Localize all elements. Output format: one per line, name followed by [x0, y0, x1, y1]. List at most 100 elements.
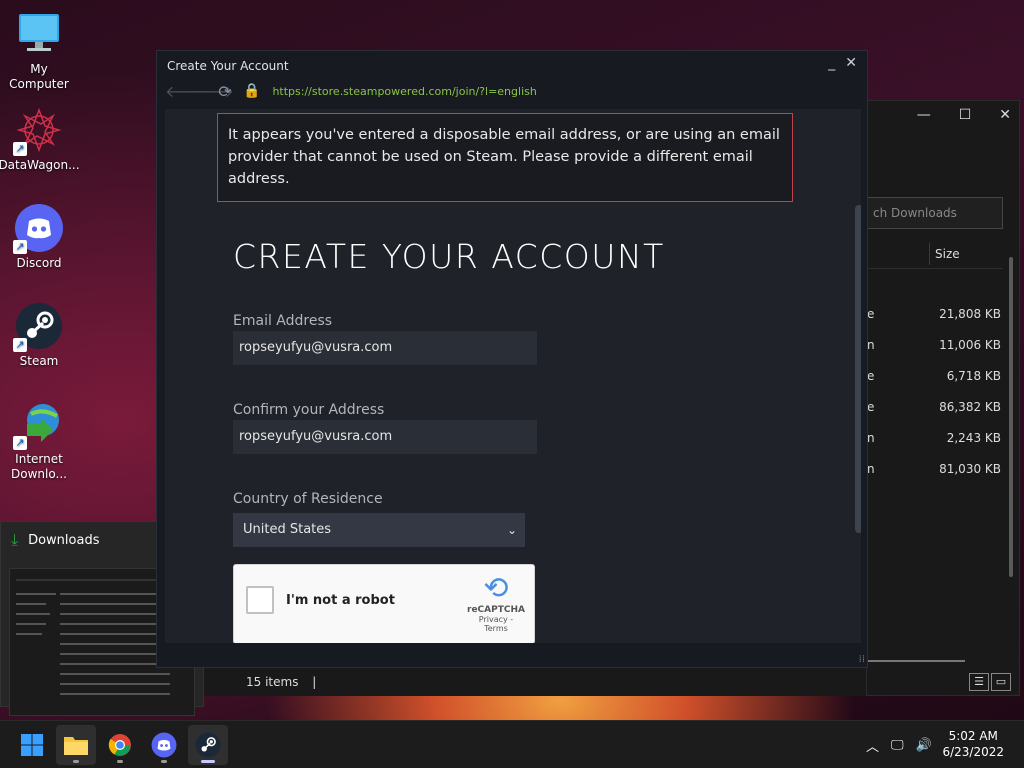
windows-logo-icon [21, 734, 43, 756]
download-icon: ⤓ [11, 530, 19, 549]
confirm-email-field[interactable]: ropseyufyu@vusra.com [233, 420, 537, 454]
desktop-icon-label: My Computer [9, 62, 69, 91]
row-size: 2,243 KB [946, 431, 1001, 445]
row-size: 11,006 KB [939, 338, 1001, 352]
desktop-icon-discord[interactable]: ↗ Discord [0, 204, 78, 271]
recaptcha-logo: ⟲ reCAPTCHA Privacy - Terms [466, 571, 526, 634]
browser-nav-bar: 🡐 🡒 ⟳ 🔒 https://store.steampowered.com/j… [165, 81, 537, 102]
datawagon-icon: ↗ [13, 106, 63, 156]
captcha-checkbox[interactable] [246, 586, 274, 614]
system-tray: ︿ 🖵 🔊 [866, 721, 932, 768]
recaptcha-brand: reCAPTCHA [467, 605, 525, 615]
url-text[interactable]: https://store.steampowered.com/join/?l=e… [272, 85, 536, 98]
minimize-icon[interactable]: _ [828, 55, 835, 71]
steam-icon: ↗ [13, 302, 63, 352]
column-divider[interactable] [929, 243, 930, 265]
row-size: 6,718 KB [946, 369, 1001, 383]
window-controls: — ☐ ✕ [917, 107, 1011, 123]
row-type: n [867, 462, 875, 476]
network-icon[interactable]: 🖵 [891, 738, 904, 753]
shortcut-arrow-icon: ↗ [13, 338, 27, 352]
taskbar-steam[interactable] [188, 725, 228, 765]
captcha-label: I'm not a robot [286, 593, 395, 608]
clock-date: 6/23/2022 [942, 745, 1004, 759]
email-field[interactable]: ropseyufyu@vusra.com [233, 331, 537, 365]
chevron-up-icon[interactable]: ︿ [866, 736, 879, 755]
minimize-icon[interactable]: — [917, 107, 931, 123]
desktop-icon-my-computer[interactable]: My Computer [0, 10, 78, 92]
shortcut-arrow-icon: ↗ [13, 240, 27, 254]
steam-create-account-window[interactable]: Create Your Account _ ✕ 🡐 🡒 ⟳ 🔒 https://… [156, 50, 868, 668]
table-row[interactable]: e 86,382 KB [867, 392, 1003, 423]
confirm-email-label: Confirm your Address [233, 402, 385, 418]
back-arrow-icon[interactable]: 🡐 [165, 81, 208, 101]
row-type: e [867, 369, 875, 383]
table-row[interactable]: n 11,006 KB [867, 330, 1003, 361]
monitor-icon [15, 10, 63, 58]
start-button[interactable] [12, 725, 52, 765]
window-controls: _ ✕ [828, 55, 857, 71]
resize-grip-icon[interactable]: ⁞⁞ [859, 654, 865, 665]
row-type: n [867, 338, 875, 352]
chevron-down-icon: ⌄ [506, 523, 517, 537]
row-size: 86,382 KB [939, 400, 1001, 414]
error-message: It appears you've entered a disposable e… [217, 113, 793, 202]
row-type: e [867, 400, 875, 414]
window-title: Create Your Account [167, 59, 289, 73]
table-row[interactable]: e 6,718 KB [867, 361, 1003, 392]
search-input[interactable]: ch Downloads [867, 197, 1003, 229]
reload-icon[interactable]: ⟳ [217, 82, 233, 101]
details-view-icon[interactable]: ☰ [969, 673, 989, 691]
recaptcha-icon: ⟲ [483, 571, 509, 606]
taskbar-chrome[interactable] [100, 725, 140, 765]
desktop-icon-steam[interactable]: ↗ Steam [0, 302, 78, 369]
volume-icon[interactable]: 🔊 [916, 738, 932, 753]
preview-title: ⤓ Downloads [11, 530, 99, 550]
desktop-icon-label: DataWagon... [0, 158, 80, 172]
shortcut-arrow-icon: ↗ [13, 142, 27, 156]
country-label: Country of Residence [233, 491, 383, 507]
desktop-icon-label: Steam [19, 354, 59, 368]
table-row[interactable]: e 21,808 KB [867, 299, 1003, 330]
tiles-view-icon[interactable]: ▭ [991, 673, 1011, 691]
preview-title-text: Downloads [28, 532, 100, 548]
column-size[interactable]: Size [935, 247, 960, 261]
discord-icon [151, 732, 177, 758]
file-explorer-window[interactable]: — ☐ ✕ ch Downloads Size e 21,808 KB n 11,0… [866, 100, 1020, 696]
taskbar-discord[interactable] [144, 725, 184, 765]
vertical-scrollbar[interactable] [855, 205, 861, 533]
desktop-icon-internet-download-manager[interactable]: ↗ Internet Downlo... [0, 400, 78, 482]
folder-icon [64, 737, 88, 755]
horizontal-scrollbar[interactable] [867, 660, 965, 662]
active-indicator [201, 760, 215, 763]
running-indicator [73, 760, 79, 763]
forward-arrow-icon[interactable]: 🡒 [191, 81, 234, 101]
email-label: Email Address [233, 313, 333, 329]
explorer-status-bar: 15 items | [160, 668, 866, 696]
close-icon[interactable]: ✕ [845, 55, 857, 71]
recaptcha-links[interactable]: Privacy - Terms [466, 615, 526, 633]
maximize-icon[interactable]: ☐ [959, 107, 972, 123]
row-size: 81,030 KB [939, 462, 1001, 476]
table-row[interactable]: n 81,030 KB [867, 454, 1003, 485]
table-row[interactable]: n 2,243 KB [867, 423, 1003, 454]
clock[interactable]: 5:02 AM 6/23/2022 [942, 728, 1004, 760]
page-title: CREATE YOUR ACCOUNT [233, 237, 665, 276]
taskbar-file-explorer[interactable] [56, 725, 96, 765]
country-select[interactable]: United States ⌄ [233, 513, 525, 547]
column-header: Size [867, 239, 1003, 269]
taskbar: ︿ 🖵 🔊 5:02 AM 6/23/2022 [0, 720, 1024, 768]
row-type: n [867, 431, 875, 445]
status-divider: | [312, 675, 317, 689]
desktop-icon-datawagon[interactable]: ↗ DataWagon... [0, 106, 80, 173]
running-indicator [117, 760, 123, 763]
vertical-scrollbar[interactable] [1009, 257, 1013, 577]
row-size: 21,808 KB [939, 307, 1001, 321]
lock-icon: 🔒 [243, 83, 261, 99]
close-icon[interactable]: ✕ [999, 107, 1011, 123]
country-selected-value: United States [243, 522, 332, 537]
discord-icon: ↗ [13, 204, 63, 254]
desktop-icon-label: Discord [16, 256, 62, 270]
row-type: e [867, 307, 875, 321]
idm-icon: ↗ [13, 400, 63, 450]
